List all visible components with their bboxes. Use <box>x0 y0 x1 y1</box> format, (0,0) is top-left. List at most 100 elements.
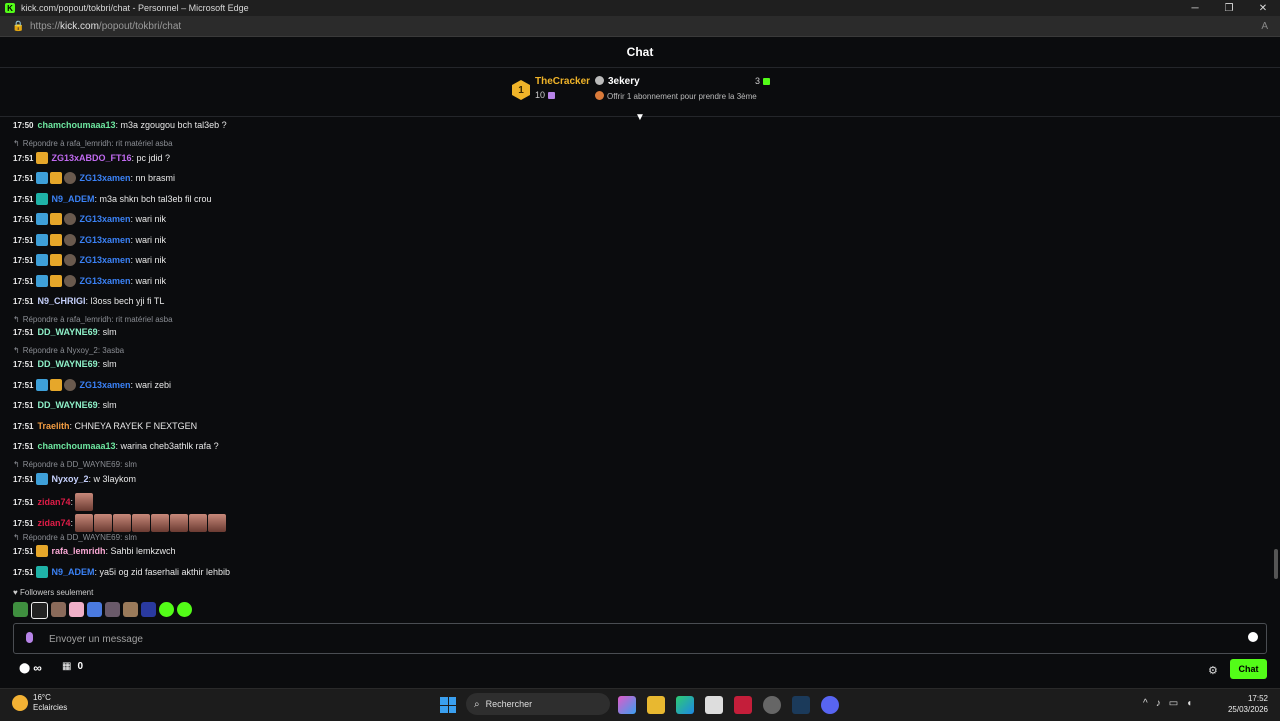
message-username[interactable]: N9_ADEM <box>51 194 94 204</box>
file-explorer-icon[interactable] <box>647 696 665 714</box>
sub-badge-icon[interactable] <box>64 172 77 184</box>
reward-points[interactable]: ⬤ ∞ <box>19 661 42 675</box>
emote-image[interactable] <box>208 514 226 532</box>
reply-context[interactable]: ↰ Répondre à Nyxoy_2: 3asba <box>13 346 124 355</box>
emote-icon[interactable] <box>13 602 28 617</box>
message-input[interactable] <box>47 630 1231 648</box>
message-username[interactable]: ZG13xamen <box>79 276 130 286</box>
sub-badge-icon[interactable] <box>64 234 77 246</box>
address-bar[interactable]: 🔒 https://kick.com/popout/tokbri/chat A <box>0 16 1280 37</box>
leaderboard-second-name[interactable]: 3ekery <box>595 76 640 87</box>
message-username[interactable]: zidan74 <box>37 497 70 507</box>
message-username[interactable]: ZG13xamen <box>79 380 130 390</box>
volume-icon[interactable]: ◖ <box>1186 698 1192 709</box>
emote-image[interactable] <box>132 514 150 532</box>
crown-badge-icon[interactable] <box>50 234 63 246</box>
sub-badge-icon[interactable] <box>64 213 77 225</box>
chevron-up-icon[interactable]: ^ <box>1143 698 1148 709</box>
message-username[interactable]: DD_WAYNE69 <box>37 327 97 337</box>
crown-badge-icon[interactable] <box>36 545 49 557</box>
app-icon[interactable] <box>734 696 752 714</box>
vip-badge-icon[interactable] <box>36 473 49 485</box>
reply-context[interactable]: ↰ Répondre à rafa_lemridh: rit matériel a… <box>13 315 173 324</box>
microphone-icon[interactable]: ♪ <box>1156 698 1161 709</box>
sub-badge-icon[interactable] <box>64 379 77 391</box>
close-icon[interactable]: ✕ <box>1246 0 1280 16</box>
settings-gear-icon[interactable]: ⚙ <box>1208 664 1218 677</box>
message-username[interactable]: rafa_lemridh <box>51 546 105 556</box>
message-username[interactable]: ZG13xamen <box>79 235 130 245</box>
crown-badge-icon[interactable] <box>50 254 63 266</box>
emoji-picker-icon[interactable] <box>1248 632 1258 642</box>
emote-icon[interactable] <box>51 602 66 617</box>
reply-context[interactable]: ↰ Répondre à rafa_lemridh: rit matériel a… <box>13 139 173 148</box>
vip-badge-icon[interactable] <box>36 275 49 287</box>
message-username[interactable]: ZG13xamen <box>79 173 130 183</box>
message-username[interactable]: chamchoumaaa13 <box>37 441 115 451</box>
app-icon[interactable] <box>763 696 781 714</box>
send-chat-button[interactable]: Chat <box>1230 659 1267 679</box>
message-username[interactable]: ZG13xamen <box>79 214 130 224</box>
vip-badge-icon[interactable] <box>36 234 49 246</box>
emote-image[interactable] <box>189 514 207 532</box>
leaderboard-first-name[interactable]: TheCracker <box>535 76 590 87</box>
crown-badge-icon[interactable] <box>50 172 63 184</box>
message-username[interactable]: zidan74 <box>37 518 70 528</box>
start-button[interactable] <box>440 697 456 713</box>
channel-points[interactable]: ▦ 0 <box>62 661 83 672</box>
reply-context[interactable]: ↰ Répondre à DD_WAYNE69: slm <box>13 533 137 542</box>
taskbar-clock[interactable]: 17:52 25/03/2026 <box>1228 693 1268 715</box>
crown-badge-icon[interactable] <box>50 275 63 287</box>
emote-image[interactable] <box>151 514 169 532</box>
lock-icon[interactable]: 🔒 <box>12 21 24 32</box>
store-app-icon[interactable] <box>705 696 723 714</box>
url-text[interactable]: https://kick.com/popout/tokbri/chat <box>30 21 181 32</box>
reply-context[interactable]: ↰ Répondre à DD_WAYNE69: slm <box>13 460 137 469</box>
message-username[interactable]: DD_WAYNE69 <box>37 359 97 369</box>
mod-badge-icon[interactable] <box>36 193 49 205</box>
mod-badge-icon[interactable] <box>36 566 49 578</box>
emote-icon[interactable] <box>87 602 102 617</box>
vip-badge-icon[interactable] <box>36 213 49 225</box>
vip-badge-icon[interactable] <box>36 254 49 266</box>
emote-image[interactable] <box>75 514 93 532</box>
crown-badge-icon[interactable] <box>50 213 63 225</box>
crown-badge-icon[interactable] <box>36 152 49 164</box>
crown-badge-icon[interactable] <box>50 379 63 391</box>
emote-icon[interactable] <box>141 602 156 617</box>
sub-badge-icon[interactable] <box>64 254 77 266</box>
message-username[interactable]: N9_ADEM <box>51 567 94 577</box>
emote-image[interactable] <box>94 514 112 532</box>
edge-icon[interactable] <box>676 696 694 714</box>
minimize-icon[interactable]: ─ <box>1178 0 1212 16</box>
message-username[interactable]: ZG13xamen <box>79 255 130 265</box>
vip-badge-icon[interactable] <box>36 172 49 184</box>
emote-icon[interactable] <box>123 602 138 617</box>
message-input-box[interactable] <box>13 623 1267 654</box>
emote-icon[interactable] <box>69 602 84 617</box>
restore-icon[interactable]: ❐ <box>1212 0 1246 16</box>
copilot-icon[interactable] <box>618 696 636 714</box>
steam-icon[interactable] <box>792 696 810 714</box>
microphone-icon[interactable] <box>26 632 33 643</box>
taskbar-search[interactable]: ⌕ Rechercher <box>466 693 610 715</box>
message-username[interactable]: chamchoumaaa13 <box>37 120 115 130</box>
message-username[interactable]: Traelith <box>37 421 69 431</box>
emote-icon[interactable] <box>105 602 120 617</box>
discord-icon[interactable] <box>821 696 839 714</box>
gift-offer-text[interactable]: Offrir 1 abonnement pour prendre la 3ème <box>595 91 757 101</box>
emote-icon[interactable] <box>177 602 192 617</box>
emote-icon[interactable] <box>159 602 174 617</box>
read-aloud-icon[interactable]: A <box>1261 21 1268 32</box>
weather-widget[interactable]: 16°C Eclaircies <box>12 693 67 713</box>
chat-scrollbar[interactable] <box>1274 549 1278 579</box>
emote-image[interactable] <box>75 493 93 511</box>
message-username[interactable]: DD_WAYNE69 <box>37 400 97 410</box>
emote-icon[interactable] <box>31 602 48 619</box>
message-username[interactable]: N9_CHRIGI <box>37 296 85 306</box>
emote-image[interactable] <box>170 514 188 532</box>
vip-badge-icon[interactable] <box>36 379 49 391</box>
network-icon[interactable]: ▭ <box>1169 698 1178 709</box>
message-username[interactable]: Nyxoy_2 <box>51 474 88 484</box>
emote-image[interactable] <box>113 514 131 532</box>
